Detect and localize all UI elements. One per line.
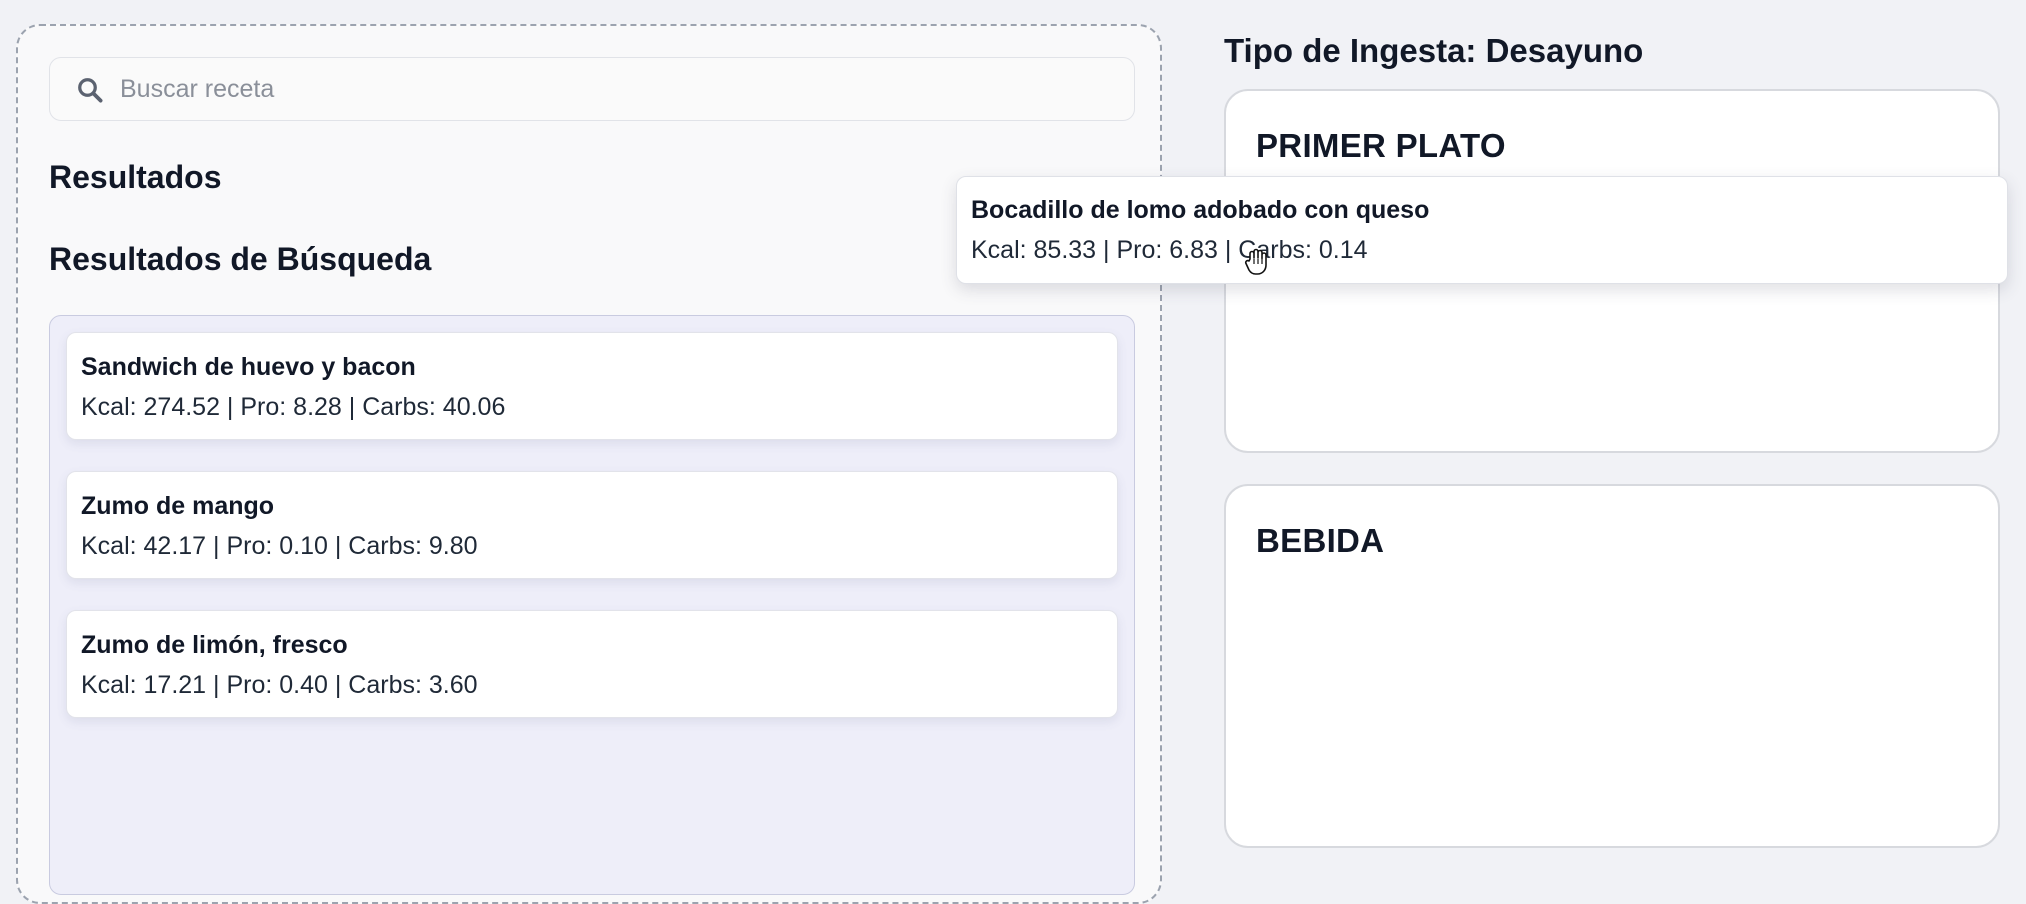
recipe-name: Bocadillo de lomo adobado con queso (971, 196, 1430, 224)
recipe-card[interactable]: Zumo de limón, fresco Kcal: 17.21 | Pro:… (66, 610, 1118, 718)
recipe-card[interactable]: Zumo de mango Kcal: 42.17 | Pro: 0.10 | … (66, 471, 1118, 579)
dragged-recipe-card[interactable]: Bocadillo de lomo adobado con queso Kcal… (956, 176, 2008, 284)
recipe-name: Sandwich de huevo y bacon (81, 353, 416, 381)
recipe-nutrition: Kcal: 274.52 | Pro: 8.28 | Carbs: 40.06 (81, 393, 506, 421)
recipe-nutrition: Kcal: 42.17 | Pro: 0.10 | Carbs: 9.80 (81, 532, 478, 560)
drop-zone-title: PRIMER PLATO (1256, 127, 1506, 164)
search-results-list: Sandwich de huevo y bacon Kcal: 274.52 |… (49, 315, 1135, 895)
recipe-card[interactable]: Sandwich de huevo y bacon Kcal: 274.52 |… (66, 332, 1118, 440)
results-heading: Resultados (49, 159, 222, 195)
recipe-nutrition: Kcal: 85.33 | Pro: 6.83 | Carbs: 0.14 (971, 236, 1368, 264)
recipe-nutrition: Kcal: 17.21 | Pro: 0.40 | Carbs: 3.60 (81, 671, 478, 699)
grab-hand-cursor-icon (1244, 248, 1267, 275)
recipe-search-panel: Resultados Resultados de Búsqueda Sandwi… (16, 24, 1162, 904)
drop-zone-bebida[interactable]: BEBIDA (1224, 484, 2000, 848)
recipe-name: Zumo de mango (81, 492, 275, 520)
search-icon (78, 78, 103, 103)
search-input[interactable] (120, 70, 1100, 108)
search-box[interactable] (49, 57, 1135, 121)
search-results-heading: Resultados de Búsqueda (49, 241, 432, 277)
meal-type-title: Tipo de Ingesta: Desayuno (1224, 32, 1644, 69)
drop-zone-title: BEBIDA (1256, 522, 1385, 559)
recipe-name: Zumo de limón, fresco (81, 631, 348, 659)
